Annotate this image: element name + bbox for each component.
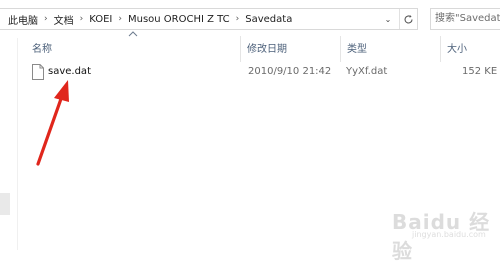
breadcrumb: 此电脑 › 文档 › KOEI › Musou OROCHI Z TC › Sa… [6, 9, 294, 29]
breadcrumb-savedata[interactable]: Savedata [243, 14, 294, 25]
nav-selection-indicator [0, 193, 10, 215]
file-size: 152 KE [462, 66, 498, 77]
annotation-arrow-icon [36, 80, 69, 166]
address-bar-row: 此电脑 › 文档 › KOEI › Musou OROCHI Z TC › Sa… [0, 8, 500, 30]
chevron-down-icon[interactable]: ⌄ [380, 9, 396, 29]
chevron-right-icon[interactable]: › [232, 14, 244, 24]
chevron-right-icon[interactable]: › [114, 14, 126, 24]
file-row[interactable]: save.dat 2010/9/10 21:42 YyXf.dat 152 KE [24, 64, 500, 84]
address-bar[interactable]: 此电脑 › 文档 › KOEI › Musou OROCHI Z TC › Sa… [0, 8, 418, 30]
file-type: YyXf.dat [346, 66, 388, 77]
column-divider[interactable] [440, 36, 441, 62]
file-modified-date: 2010/9/10 21:42 [248, 66, 332, 77]
breadcrumb-koei[interactable]: KOEI [87, 14, 114, 25]
column-header-name[interactable]: 名称 [32, 40, 52, 56]
chevron-right-icon[interactable]: › [40, 14, 52, 24]
explorer-window: 此电脑 › 文档 › KOEI › Musou OROCHI Z TC › Sa… [0, 0, 500, 263]
navigation-pane[interactable] [0, 38, 18, 250]
chevron-right-icon[interactable]: › [76, 14, 88, 24]
column-header-modified[interactable]: 修改日期 [247, 40, 287, 56]
column-header-type[interactable]: 类型 [347, 40, 367, 56]
search-input[interactable]: 搜索"Savedat [430, 8, 500, 30]
sort-ascending-icon [128, 31, 138, 37]
column-divider[interactable] [240, 36, 241, 62]
file-name[interactable]: save.dat [48, 66, 91, 77]
refresh-icon [404, 14, 413, 24]
watermark-url: jingyan.baidu.com [412, 230, 486, 239]
breadcrumb-this-pc[interactable]: 此电脑 [6, 12, 40, 27]
watermark-logo: Baidu 经验 jingyan.baidu.com [374, 206, 492, 263]
column-header-size[interactable]: 大小 [447, 40, 467, 56]
breadcrumb-documents[interactable]: 文档 [52, 12, 76, 27]
refresh-button[interactable] [399, 9, 417, 29]
breadcrumb-musou-orochi[interactable]: Musou OROCHI Z TC [126, 14, 232, 25]
column-divider[interactable] [340, 36, 341, 62]
